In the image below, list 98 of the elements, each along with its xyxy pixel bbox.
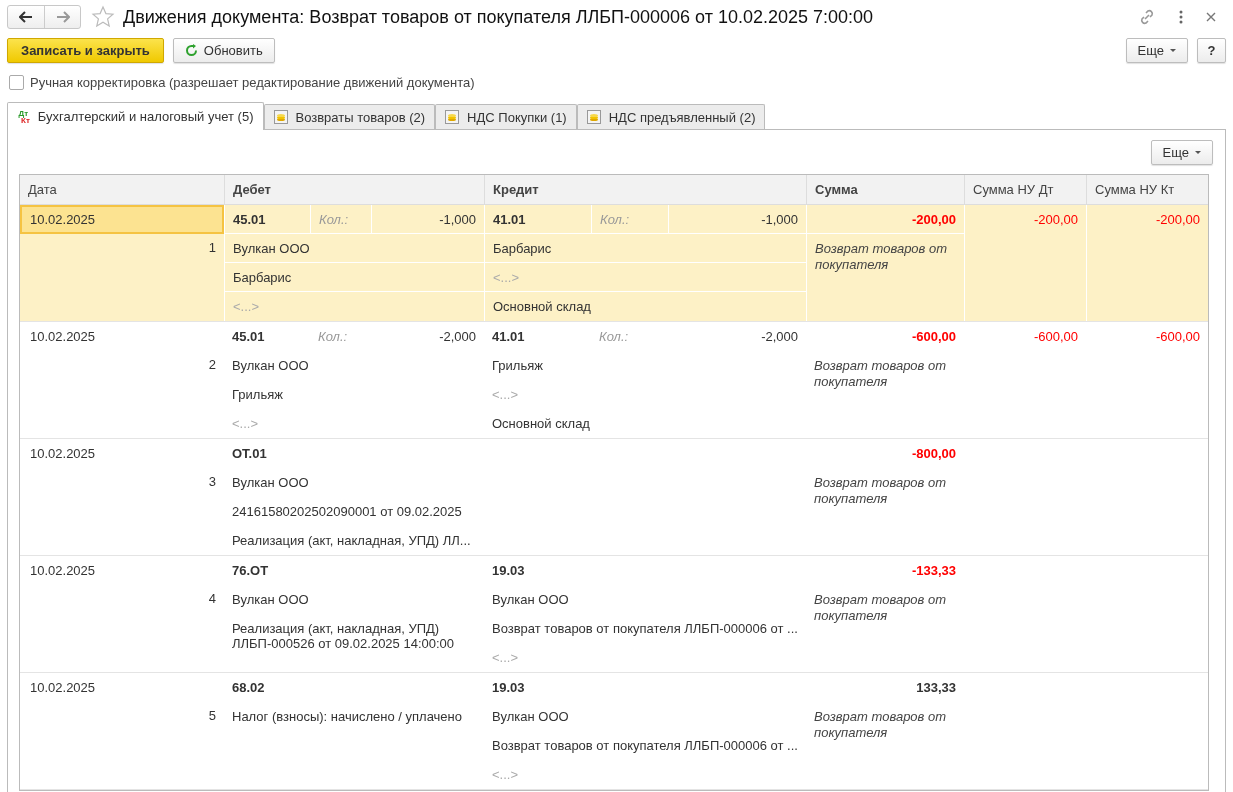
amount: -600,00	[1033, 329, 1078, 344]
subconto-text: Основной склад	[492, 298, 592, 316]
table-cell-text: 10.02.2025	[29, 679, 97, 697]
subconto-text: Вулкан ООО	[225, 234, 484, 263]
amount: -200,00	[1155, 212, 1200, 227]
quantity-label: Кол.:	[317, 327, 349, 346]
column-header[interactable]: Дата	[20, 175, 224, 204]
table-cell-text: 10.02.2025	[29, 562, 97, 580]
quantity-value: -1,000	[438, 211, 477, 227]
subconto-text: Вулкан ООО	[484, 702, 806, 731]
more-button[interactable]: Еще	[1150, 139, 1213, 165]
tab[interactable]: Возвраты товаров (2)	[263, 104, 436, 129]
window-title: Движения документа: Возврат товаров от покупателя ЛЛБП-000006 от 10.02.2025 7:00:00	[123, 6, 875, 28]
empty-subconto: <...>	[231, 415, 260, 433]
subconto-text: Барбарис	[485, 234, 806, 263]
subconto-text: Налог (взносы): начислено / уплачено	[231, 708, 463, 726]
account-code: 45.01	[231, 327, 266, 346]
amount: -200,00	[911, 211, 956, 227]
amount: -600,00	[1155, 329, 1200, 344]
table-row[interactable]: 10.02.2025 2 45.01 Кол.: -2,000 Вулкан ООО Грильяж <...> 41.01 Кол.: -2,000 Грильяж <...> Основной склад -600,00 Возврат товаров от покупателя -600,00 -600,00	[20, 322, 1208, 439]
subconto-text: Вулкан ООО	[484, 585, 806, 614]
quantity-label: Кол.:	[598, 327, 630, 346]
quantity-label: Кол.:	[592, 205, 669, 233]
column-header[interactable]: Дебет	[224, 175, 484, 204]
manual-edit-checkbox[interactable]	[9, 75, 24, 90]
account-code: 76.ОТ	[231, 561, 270, 580]
account-code: 19.03	[491, 678, 526, 697]
back-arrow-icon	[19, 11, 33, 23]
account-code: 41.01	[491, 327, 526, 346]
subconto-text: Вулкан ООО	[224, 585, 484, 614]
table-cell: 4	[208, 591, 216, 606]
table-cell: 2	[208, 357, 216, 372]
account-code: 45.01	[225, 205, 311, 233]
account-code: 19.03	[491, 561, 526, 580]
amount: -600,00	[911, 328, 956, 344]
entry-description: Возврат товаров от покупателя	[815, 241, 948, 272]
account-code: 68.02	[231, 678, 266, 697]
table-cell: 1	[208, 240, 216, 255]
amount: 133,33	[916, 679, 956, 695]
account-code: 41.01	[485, 205, 592, 233]
column-header[interactable]: Кредит	[484, 175, 806, 204]
tab[interactable]: НДС Покупки (1)	[435, 104, 577, 129]
coins-register-icon	[273, 110, 288, 124]
table-cell: 10.02.2025	[20, 205, 224, 234]
table-row[interactable]: 10.02.2025 3 ОТ.01 Вулкан ООО 24161580202502090001 от 09.02.2025 Реализация (акт, накладная, УПД) ЛЛ... -800,00 Возврат товаров от покупателя	[20, 439, 1208, 556]
tab[interactable]: НДС предъявленный (2)	[576, 104, 766, 129]
entry-description: Возврат товаров от покупателя	[814, 709, 947, 740]
refresh-button[interactable]: Обновить	[172, 38, 275, 63]
subconto-text: Возврат товаров от покупателя ЛЛБП-000006 от ...	[484, 614, 806, 643]
subconto-text: Грильяж	[484, 351, 806, 380]
empty-subconto: <...>	[485, 263, 806, 292]
column-header[interactable]: Сумма	[806, 175, 964, 204]
column-header[interactable]: Сумма НУ Дт	[964, 175, 1086, 204]
subconto-text: 24161580202502090001 от 09.02.2025	[224, 497, 484, 526]
quantity-value: -2,000	[438, 328, 477, 344]
debit-credit-icon: Дт Кт	[17, 109, 30, 124]
table-cell: 5	[208, 708, 216, 723]
entry-description: Возврат товаров от покупателя	[814, 475, 947, 506]
amount: -200,00	[1033, 212, 1078, 227]
amount: -800,00	[911, 445, 956, 461]
subconto-text: Возврат товаров от покупателя ЛЛБП-000006 от ...	[484, 731, 806, 760]
save-and-close-button[interactable]: Записать и закрыть	[7, 38, 164, 63]
link-icon[interactable]	[1138, 8, 1156, 26]
coins-register-icon	[445, 110, 460, 124]
entry-description: Возврат товаров от покупателя	[814, 592, 947, 623]
tab[interactable]: Дт Кт Бухгалтерский и налоговый учет (5)	[7, 102, 264, 130]
empty-subconto: <...>	[484, 380, 806, 409]
table-row[interactable]: 10.02.2025 1 45.01 Кол.: -1,000 Вулкан ООО Барбарис <...> 41.01 Кол.: -1,000 Барбарис <...> Основной склад -200,00 Возврат товаров от покупателя -200,00 -200,00	[20, 205, 1208, 322]
empty-subconto: <...>	[491, 766, 520, 784]
quantity-value: -2,000	[760, 328, 799, 344]
help-button[interactable]: ?	[1197, 38, 1226, 63]
table-cell-text: 10.02.2025	[29, 445, 97, 463]
entry-description: Возврат товаров от покупателя	[814, 358, 947, 389]
quantity-label: Кол.:	[311, 205, 372, 233]
forward-arrow-icon	[55, 11, 70, 23]
subconto-text: Реализация (акт, накладная, УПД) ЛЛ...	[231, 532, 472, 550]
close-icon[interactable]	[1206, 12, 1216, 22]
subconto-text: Барбарис	[225, 263, 484, 292]
table-cell-text: 10.02.2025	[29, 328, 97, 346]
coins-register-icon	[586, 110, 601, 124]
table-row[interactable]: 10.02.2025 5 68.02 Налог (взносы): начислено / уплачено 19.03 Вулкан ООО Возврат товаров от покупателя ЛЛБП-000006 от ... <...> 133,33 Возврат товаров от покупателя	[20, 673, 1208, 790]
table-cell: 3	[208, 474, 216, 489]
account-code: ОТ.01	[231, 444, 268, 463]
subconto-text: Вулкан ООО	[224, 468, 484, 497]
more-icon[interactable]	[1178, 10, 1184, 24]
amount: -133,33	[911, 562, 956, 578]
empty-subconto: <...>	[491, 649, 520, 667]
quantity-value: -1,000	[760, 211, 799, 227]
column-header[interactable]: Сумма НУ Кт	[1086, 175, 1208, 204]
subconto-text: Грильяж	[224, 380, 484, 409]
star-icon[interactable]	[91, 5, 115, 29]
subconto-text: Вулкан ООО	[224, 351, 484, 380]
more-button[interactable]: Еще	[1125, 38, 1188, 63]
subconto-text: Реализация (акт, накладная, УПД) ЛЛБП-000526 от 09.02.2025 14:00:00	[231, 620, 456, 653]
subconto-text: Основной склад	[491, 415, 591, 433]
manual-edit-label: Ручная корректировка (разрешает редактирование движений документа)	[30, 75, 475, 90]
empty-subconto: <...>	[232, 298, 261, 316]
refresh-icon	[184, 44, 198, 57]
